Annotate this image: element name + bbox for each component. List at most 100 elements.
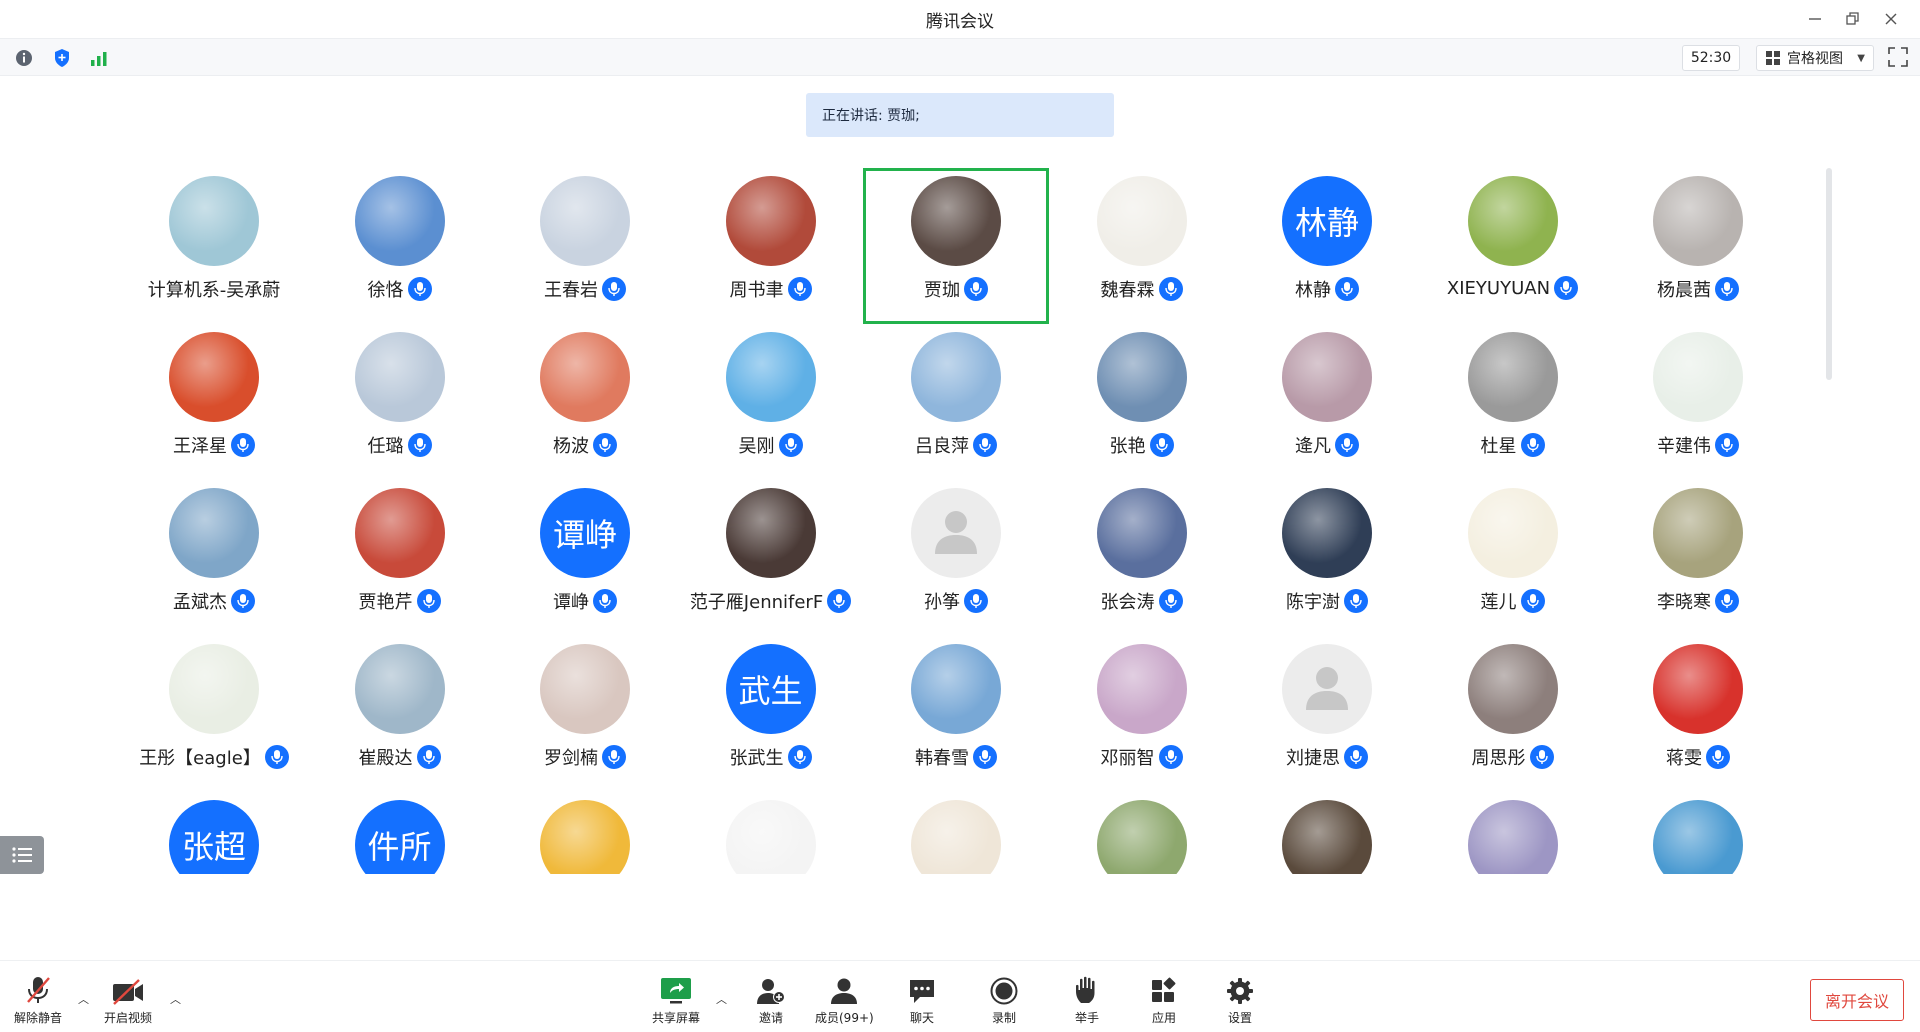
participant-tile[interactable]: 杨晨茜 [1605, 168, 1791, 324]
participant-name: 贾珈 [924, 280, 960, 301]
share-options-chevron-icon[interactable]: ︿ [716, 991, 727, 1007]
participant-tile[interactable]: 孟斌杰 [121, 480, 307, 636]
participant-tile[interactable]: 任璐 [307, 324, 493, 480]
avatar [1096, 332, 1187, 422]
participant-name: 杨波 [553, 436, 589, 457]
mic-icon [1520, 589, 1545, 613]
network-status-button[interactable] [88, 47, 110, 69]
avatar [1096, 800, 1187, 874]
participant-name: 逄凡 [1295, 436, 1331, 457]
participant-tile[interactable]: 徐恪 [307, 168, 493, 324]
participant-tile[interactable]: 逄凡 [1234, 324, 1420, 480]
participant-tile[interactable]: 陈宇澍 [1234, 480, 1420, 636]
participant-tile[interactable]: 张艳 [1049, 324, 1235, 480]
avatar [1653, 488, 1743, 578]
participant-tile[interactable]: 莲儿 [1420, 480, 1606, 636]
list-icon [12, 847, 32, 863]
chat-icon [910, 980, 934, 1003]
participant-tile[interactable]: 罗剑楠 [492, 636, 678, 792]
participant-tile[interactable]: 杨波 [492, 324, 678, 480]
participant-tile[interactable]: 范子雁JenniferF [678, 480, 864, 636]
share-screen-button[interactable]: 共享屏幕 [652, 975, 700, 1026]
participant-tile[interactable]: 谭峥 谭峥 [492, 480, 678, 636]
apps-grid-icon [1152, 977, 1176, 1002]
participant-tile[interactable] [1049, 792, 1235, 874]
video-options-chevron-icon[interactable]: ︿ [170, 991, 181, 1007]
invite-label: 邀请 [758, 1011, 783, 1025]
invite-button[interactable]: 邀请 [756, 975, 786, 1026]
mic-icon [231, 433, 255, 457]
participant-tile[interactable]: 刘捷思 [1234, 636, 1420, 792]
security-button[interactable] [51, 47, 73, 69]
restore-button[interactable] [1834, 4, 1872, 34]
start-video-button[interactable]: 开启视频 [104, 975, 152, 1026]
apps-button[interactable]: 应用 [1150, 975, 1178, 1026]
fullscreen-button[interactable] [1888, 47, 1910, 69]
participant-tile[interactable]: 王春岩 [492, 168, 678, 324]
participant-name: 王泽星 [173, 436, 227, 457]
minimize-button[interactable] [1796, 4, 1834, 34]
participant-tile[interactable] [1605, 792, 1791, 874]
participant-tile[interactable]: 件所 [307, 792, 493, 874]
participant-tile[interactable] [863, 792, 1049, 874]
participant-tile[interactable]: 魏春霖 [1049, 168, 1235, 324]
participant-tile[interactable]: 杜星 [1420, 324, 1606, 480]
participant-tile[interactable]: 蒋雯 [1605, 636, 1791, 792]
view-mode-select[interactable]: 宫格视图 ▼ [1756, 45, 1874, 71]
participant-tile[interactable]: 孙筝 [863, 480, 1049, 636]
participant-tile[interactable]: 林静 林静 [1234, 168, 1420, 324]
raise-hand-button[interactable]: 举手 [1074, 975, 1100, 1026]
participant-tile[interactable] [1234, 792, 1420, 874]
participant-tile[interactable] [492, 792, 678, 874]
chat-button[interactable]: 聊天 [908, 975, 936, 1026]
participant-name: 张艳 [1109, 436, 1146, 457]
members-button[interactable]: 成员(99+) [815, 975, 874, 1026]
participant-tile[interactable]: 吴刚 [678, 324, 864, 480]
participant-tile[interactable]: XIEYUYUAN [1420, 168, 1606, 324]
participant-tile[interactable]: 王彤【eagle】 [121, 636, 307, 792]
meeting-info-button[interactable] [13, 47, 35, 69]
participant-tile[interactable]: 武生 张武生 [678, 636, 864, 792]
participant-tile[interactable]: 王泽星 [121, 324, 307, 480]
avatar [540, 800, 630, 874]
participant-name: XIEYUYUAN [1446, 277, 1551, 299]
mic-muted-icon [27, 977, 50, 1003]
audio-options-chevron-icon[interactable]: ︿ [78, 991, 89, 1007]
participant-tile[interactable]: 崔殿达 [307, 636, 493, 792]
record-button[interactable]: 录制 [990, 975, 1018, 1026]
participant-tile[interactable]: 李晓寒 [1605, 480, 1791, 636]
participant-name-row: 计算机系-吴承蔚 [121, 276, 307, 302]
participant-tile[interactable]: 吕良萍 [863, 324, 1049, 480]
grid-scrollbar[interactable] [1826, 168, 1832, 380]
mic-icon [1149, 433, 1174, 457]
participant-tile[interactable]: 邓丽智 [1049, 636, 1235, 792]
avatar [725, 488, 816, 578]
unmute-button[interactable]: 解除静音 [14, 975, 62, 1026]
mic-icon [1529, 745, 1554, 769]
raise-hand-icon [1076, 976, 1095, 1003]
participant-tile[interactable]: 张超 [121, 792, 307, 874]
restore-icon [1846, 12, 1859, 25]
participant-tile[interactable]: 张会涛 [1049, 480, 1235, 636]
speaking-indicator: 正在讲话: 贾珈; [806, 93, 1114, 137]
participant-tile[interactable] [678, 792, 864, 874]
settings-label: 设置 [1227, 1011, 1252, 1025]
settings-button[interactable]: 设置 [1226, 975, 1254, 1026]
mic-icon [1344, 745, 1368, 769]
leave-meeting-button[interactable]: 离开会议 [1810, 979, 1904, 1021]
participant-tile[interactable]: 贾艳芹 [307, 480, 493, 636]
participant-tile[interactable]: 贾珈 [863, 168, 1049, 324]
participant-tile[interactable] [1420, 792, 1606, 874]
avatar [169, 644, 259, 734]
participant-tile[interactable]: 辛建伟 [1605, 324, 1791, 480]
participant-tile[interactable]: 周思彤 [1420, 636, 1606, 792]
mic-icon [231, 589, 255, 613]
participant-list-toggle[interactable] [0, 836, 44, 874]
participant-tile[interactable]: 计算机系-吴承蔚 [121, 168, 307, 324]
participant-tile[interactable]: 韩春雪 [863, 636, 1049, 792]
participant-tile[interactable]: 周书聿 [678, 168, 864, 324]
close-button[interactable] [1872, 4, 1910, 34]
avatar [1467, 488, 1558, 578]
participant-name-row: 蒋雯 [1605, 744, 1791, 770]
participant-name: 周书聿 [729, 280, 784, 301]
